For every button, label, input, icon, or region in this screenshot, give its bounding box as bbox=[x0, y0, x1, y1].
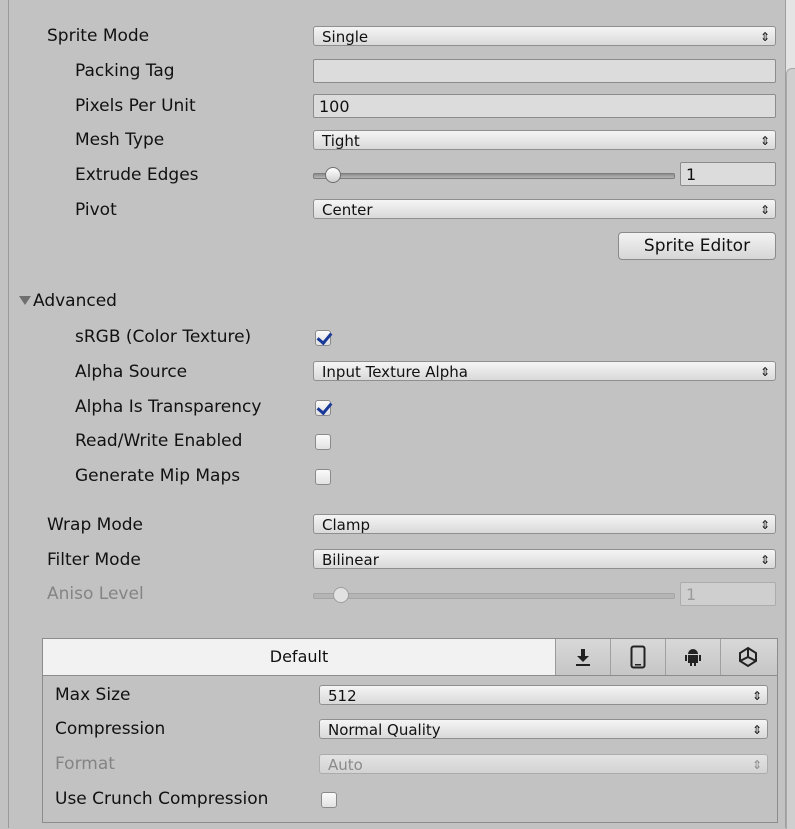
dropdown-arrows-icon: ⇕ bbox=[751, 758, 762, 772]
read-write-label: Read/Write Enabled bbox=[75, 431, 243, 451]
dropdown-arrows-icon: ⇕ bbox=[759, 30, 770, 44]
extrude-edges-label: Extrude Edges bbox=[75, 165, 199, 185]
dropdown-arrows-icon: ⇕ bbox=[759, 553, 770, 567]
alpha-is-transparency-label: Alpha Is Transparency bbox=[75, 397, 262, 417]
srgb-label: sRGB (Color Texture) bbox=[75, 327, 252, 347]
vertical-scrollbar[interactable] bbox=[785, 0, 795, 829]
generate-mip-maps-label: Generate Mip Maps bbox=[75, 466, 241, 486]
inspector-panel: Sprite Mode Single ⇕ Packing Tag Pixels … bbox=[8, 0, 786, 828]
sprite-mode-dropdown[interactable]: Single ⇕ bbox=[313, 26, 776, 46]
pixels-per-unit-field[interactable]: 100 bbox=[313, 94, 776, 118]
advanced-foldout-label[interactable]: Advanced bbox=[33, 290, 233, 312]
pivot-label: Pivot bbox=[75, 200, 117, 220]
dropdown-arrows-icon: ⇕ bbox=[751, 723, 762, 737]
platform-settings-box: Default Max Size 512 ⇕ Compression Norma… bbox=[42, 638, 778, 823]
filter-mode-label: Filter Mode bbox=[47, 550, 141, 570]
alpha-source-value: Input Texture Alpha bbox=[322, 363, 468, 381]
aniso-level-slider bbox=[313, 593, 675, 599]
pixels-per-unit-label: Pixels Per Unit bbox=[75, 96, 196, 116]
wrap-mode-dropdown[interactable]: Clamp ⇕ bbox=[313, 514, 776, 534]
max-size-dropdown[interactable]: 512 ⇕ bbox=[319, 685, 768, 705]
pivot-dropdown[interactable]: Center ⇕ bbox=[313, 199, 776, 219]
sprite-editor-button[interactable]: Sprite Editor bbox=[618, 232, 776, 260]
mesh-type-label: Mesh Type bbox=[75, 130, 165, 150]
mobile-icon bbox=[630, 645, 646, 669]
max-size-label: Max Size bbox=[55, 685, 131, 705]
aniso-level-field: 1 bbox=[680, 582, 776, 606]
srgb-checkbox[interactable] bbox=[315, 330, 331, 346]
mesh-type-value: Tight bbox=[322, 132, 360, 150]
packing-tag-label: Packing Tag bbox=[75, 61, 175, 81]
compression-dropdown[interactable]: Normal Quality ⇕ bbox=[319, 719, 768, 739]
dropdown-arrows-icon: ⇕ bbox=[759, 518, 770, 532]
wrap-mode-value: Clamp bbox=[322, 516, 370, 534]
platform-tab-bar: Default bbox=[43, 639, 777, 676]
format-label: Format bbox=[55, 754, 115, 774]
compression-value: Normal Quality bbox=[328, 721, 441, 739]
compression-label: Compression bbox=[55, 719, 166, 739]
tab-android[interactable] bbox=[666, 639, 721, 675]
scrollbar-thumb[interactable] bbox=[786, 68, 795, 829]
dropdown-arrows-icon: ⇕ bbox=[751, 689, 762, 703]
max-size-value: 512 bbox=[328, 687, 357, 705]
format-value: Auto bbox=[328, 756, 363, 774]
dropdown-arrows-icon: ⇕ bbox=[759, 365, 770, 379]
extrude-edges-field[interactable]: 1 bbox=[680, 162, 776, 186]
mesh-type-dropdown[interactable]: Tight ⇕ bbox=[313, 130, 776, 150]
wrap-mode-label: Wrap Mode bbox=[47, 515, 143, 535]
format-dropdown: Auto ⇕ bbox=[319, 754, 768, 774]
tab-default[interactable]: Default bbox=[43, 639, 556, 675]
filter-mode-dropdown[interactable]: Bilinear ⇕ bbox=[313, 549, 776, 569]
tab-ios[interactable] bbox=[611, 639, 666, 675]
filter-mode-value: Bilinear bbox=[322, 551, 379, 569]
tab-webgl[interactable] bbox=[721, 639, 775, 675]
generate-mip-maps-checkbox[interactable] bbox=[315, 469, 331, 485]
sprite-mode-value: Single bbox=[322, 28, 369, 46]
extrude-edges-slider[interactable] bbox=[313, 173, 675, 179]
dropdown-arrows-icon: ⇕ bbox=[759, 134, 770, 148]
tab-standalone[interactable] bbox=[556, 639, 611, 675]
android-icon bbox=[685, 649, 701, 666]
sprite-mode-label: Sprite Mode bbox=[47, 26, 150, 46]
use-crunch-checkbox[interactable] bbox=[321, 792, 337, 808]
aniso-level-label: Aniso Level bbox=[47, 584, 144, 604]
foldout-expanded-icon[interactable] bbox=[19, 296, 31, 305]
alpha-source-label: Alpha Source bbox=[75, 362, 188, 382]
dropdown-arrows-icon: ⇕ bbox=[759, 203, 770, 217]
alpha-source-dropdown[interactable]: Input Texture Alpha ⇕ bbox=[313, 361, 776, 381]
download-icon bbox=[576, 649, 590, 666]
read-write-checkbox[interactable] bbox=[315, 434, 331, 450]
use-crunch-label: Use Crunch Compression bbox=[55, 789, 269, 809]
packing-tag-field[interactable] bbox=[313, 59, 776, 83]
unity-webgl-icon bbox=[739, 646, 757, 668]
extrude-edges-slider-thumb[interactable] bbox=[325, 167, 341, 183]
aniso-level-slider-thumb bbox=[333, 587, 349, 603]
pivot-value: Center bbox=[322, 201, 373, 219]
alpha-is-transparency-checkbox[interactable] bbox=[315, 400, 331, 416]
